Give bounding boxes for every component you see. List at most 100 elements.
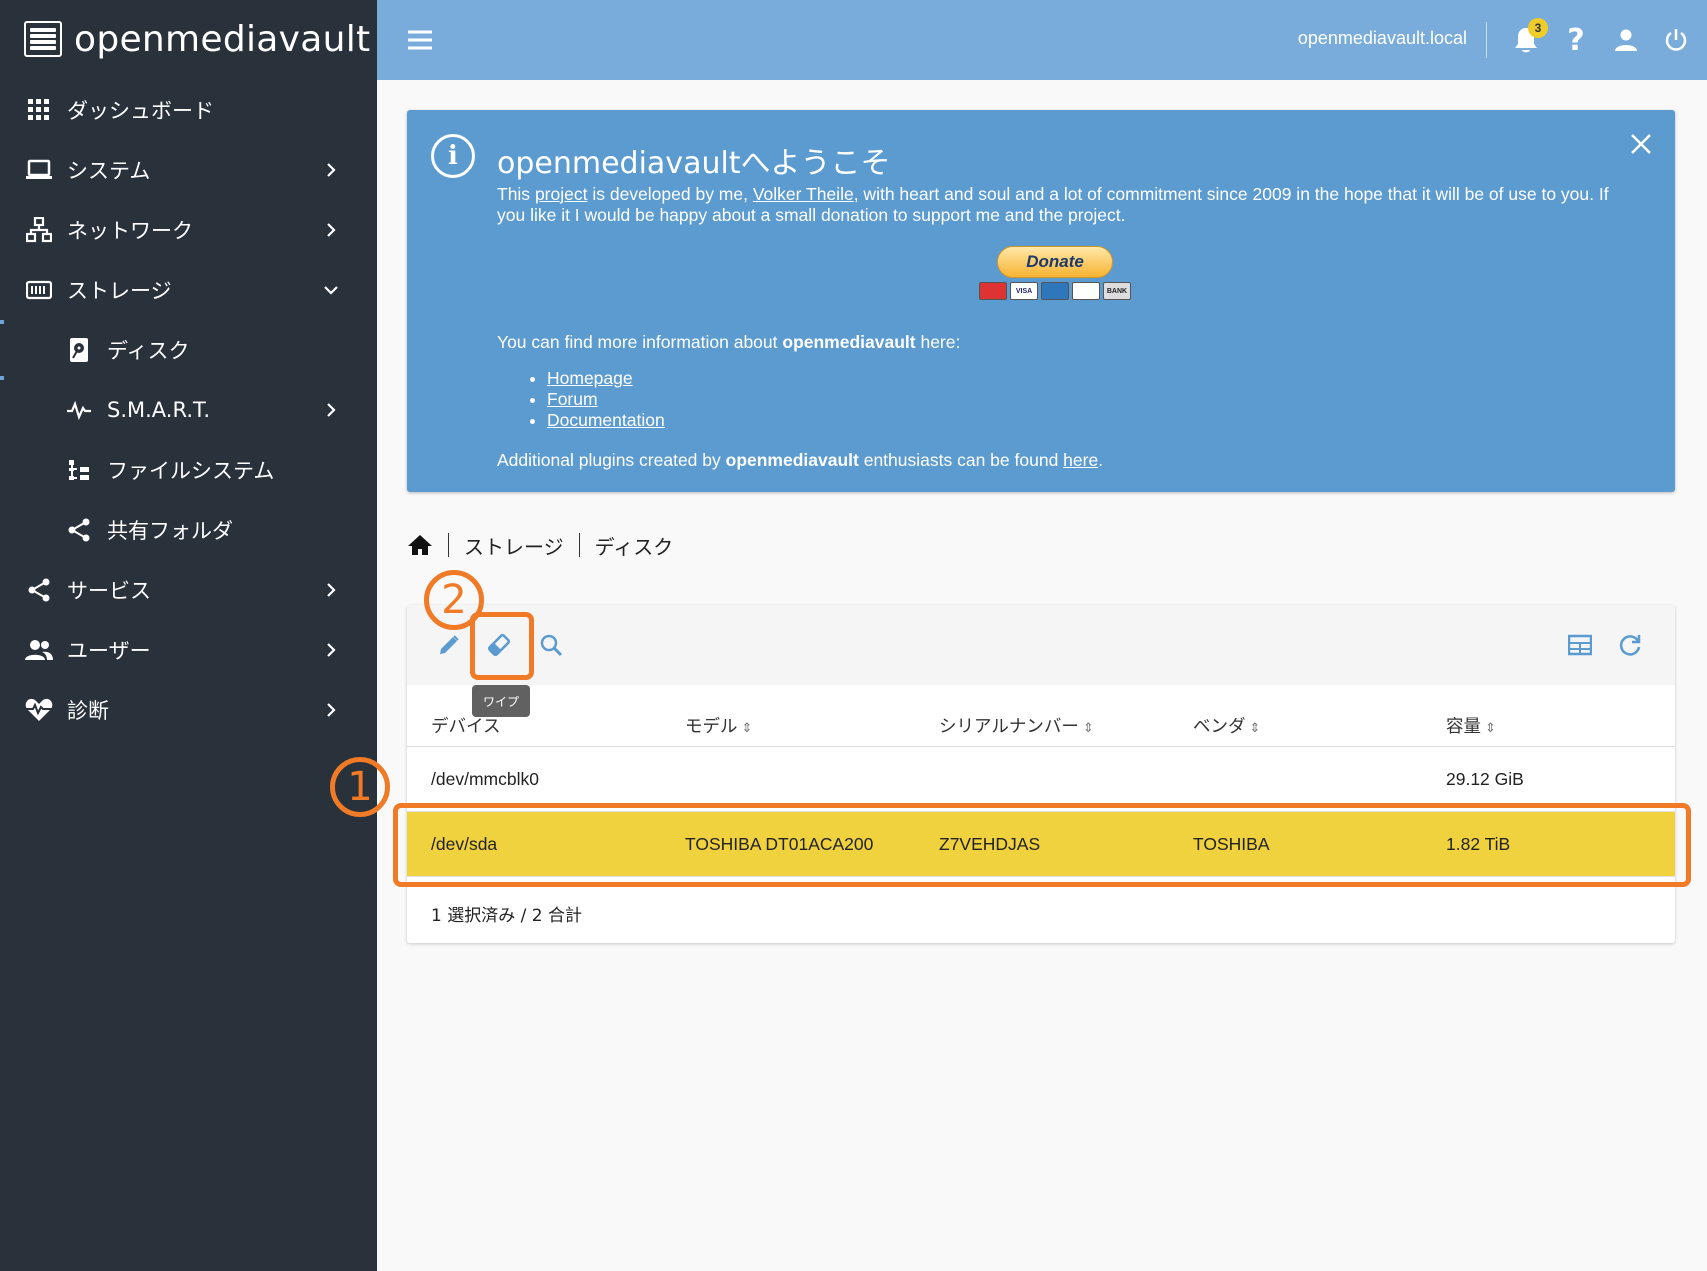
sidebar-item-label: ダッシュボード: [67, 99, 214, 123]
cell-vendor: TOSHIBA: [1193, 834, 1270, 854]
users-icon: [25, 636, 53, 664]
refresh-button[interactable]: [1614, 629, 1646, 661]
sidebar-item-system[interactable]: システム: [0, 144, 377, 196]
sidebar-item-services[interactable]: サービス: [0, 564, 377, 616]
sidebar-item-storage[interactable]: ストレージ: [0, 264, 377, 316]
breadcrumb-storage[interactable]: ストレージ: [464, 531, 564, 560]
edit-button[interactable]: [433, 629, 465, 661]
divider: [1486, 22, 1487, 58]
sidebar-item-users[interactable]: ユーザー: [0, 624, 377, 676]
text: here:: [915, 332, 961, 352]
payment-cards: VISA BANK: [975, 282, 1135, 300]
column-label: シリアルナンバー: [939, 717, 1079, 737]
homepage-link[interactable]: Homepage: [547, 368, 633, 388]
info-icon: i: [431, 134, 475, 178]
text: Additional plugins created by: [497, 450, 726, 470]
sidebar-item-network[interactable]: ネットワーク: [0, 204, 377, 256]
documentation-link[interactable]: Documentation: [547, 410, 665, 430]
table-row[interactable]: /dev/mmcblk0 29.12 GiB: [407, 747, 1675, 811]
chevron-right-icon: [327, 403, 336, 417]
column-header-vendor[interactable]: ベンダ ⇕: [1193, 713, 1260, 738]
annotation-step-2: 2: [424, 570, 484, 630]
sidebar-item-dashboard[interactable]: ダッシュボード: [0, 84, 377, 136]
text: You can find more information about: [497, 332, 783, 352]
sidebar-item-label: ストレージ: [67, 279, 172, 303]
sidebar-item-label: ディスク: [107, 339, 190, 363]
sidebar-item-shared-folders[interactable]: 共有フォルダ: [0, 504, 377, 556]
breadcrumb-disks: ディスク: [594, 534, 674, 559]
home-icon[interactable]: [407, 533, 433, 557]
chevron-down-icon: [324, 286, 338, 295]
table-columns-icon: [1568, 634, 1592, 656]
text: This: [497, 184, 535, 204]
text: .: [1098, 450, 1104, 470]
cell-device: /dev/mmcblk0: [431, 769, 539, 789]
eraser-icon: [487, 633, 511, 657]
storage-icon: [25, 276, 53, 304]
disks-table-card: ワイプ デバイス モデル ⇕ シリアルナンバー ⇕ ベンダ ⇕ 容量 ⇕ /dev/mm…: [407, 605, 1675, 943]
column-label: モデル: [685, 717, 738, 737]
sort-icon: ⇕: [1485, 721, 1496, 736]
donate-button[interactable]: Donate: [997, 246, 1113, 278]
sidebar-item-disks[interactable]: ディスク: [0, 324, 377, 376]
list-item: Documentation: [547, 410, 665, 431]
info-links: Homepage Forum Documentation: [547, 368, 665, 431]
cell-device: /dev/sda: [431, 834, 498, 854]
search-icon: [540, 634, 563, 657]
help-button[interactable]: ?: [1560, 22, 1592, 58]
chevron-right-icon: [327, 643, 336, 657]
more-info-text: You can find more information about open…: [497, 332, 960, 353]
sidebar-item-filesystems[interactable]: ファイルシステム: [0, 444, 377, 496]
columns-button[interactable]: [1564, 629, 1596, 661]
cell-model: TOSHIBA DT01ACA200: [685, 834, 874, 854]
search-button[interactable]: [535, 629, 567, 661]
sort-icon: ⇕: [1082, 721, 1094, 736]
breadcrumb-separator: [578, 533, 580, 557]
sidebar-item-label: 診断: [67, 699, 109, 723]
sidebar-item-label: 共有フォルダ: [107, 519, 233, 543]
chevron-right-icon: [327, 703, 336, 717]
sidebar-item-label: S.M.A.R.T.: [107, 398, 211, 422]
heart-pulse-icon: [25, 696, 53, 724]
sidebar-item-label: ネットワーク: [67, 219, 193, 243]
app-root: openmediavault ダッシュボード システム ネットワーク ストレージ…: [0, 0, 1707, 1271]
sidebar-item-diagnostics[interactable]: 診断: [0, 684, 377, 736]
notifications-button[interactable]: 3: [1510, 18, 1548, 56]
user-button[interactable]: [1610, 24, 1642, 56]
forum-link[interactable]: Forum: [547, 389, 598, 409]
chevron-right-icon: [327, 163, 336, 177]
power-button[interactable]: [1660, 24, 1692, 56]
power-icon: [1665, 29, 1687, 51]
sidebar-item-label: ファイルシステム: [107, 459, 275, 483]
chevron-right-icon: [327, 583, 336, 597]
hamburger-menu-icon[interactable]: [407, 28, 433, 52]
column-label: ベンダ: [1193, 717, 1246, 737]
disk-icon: [65, 336, 93, 364]
project-link[interactable]: project: [535, 184, 588, 204]
sidebar: openmediavault ダッシュボード システム ネットワーク ストレージ…: [0, 0, 377, 1271]
help-icon: ?: [1567, 22, 1585, 58]
author-link[interactable]: Volker Theile: [753, 184, 854, 204]
refresh-icon: [1619, 635, 1641, 656]
sidebar-item-smart[interactable]: S.M.A.R.T.: [0, 384, 377, 436]
wipe-tooltip: ワイプ: [472, 685, 530, 717]
table-row-selected[interactable]: /dev/sda TOSHIBA DT01ACA200 Z7VEHDJAS TO…: [407, 812, 1675, 876]
plugins-link[interactable]: here: [1063, 450, 1098, 470]
column-header-model[interactable]: モデル ⇕: [685, 713, 752, 738]
laptop-icon: [25, 156, 53, 184]
bank-icon: BANK: [1103, 282, 1131, 300]
pencil-icon: [440, 635, 459, 654]
wipe-button[interactable]: [483, 629, 515, 661]
plugins-text: Additional plugins created by openmediav…: [497, 450, 1103, 471]
network-icon: [25, 216, 53, 244]
close-icon[interactable]: [1629, 132, 1653, 156]
column-header-capacity[interactable]: 容量 ⇕: [1446, 713, 1496, 738]
text: enthusiasts can be found: [858, 450, 1064, 470]
cell-capacity: 29.12 GiB: [1446, 769, 1524, 789]
selection-summary: 1 選択済み / 2 合計: [431, 906, 582, 926]
column-header-serial[interactable]: シリアルナンバー ⇕: [939, 713, 1094, 738]
text: is developed by me,: [587, 184, 753, 204]
brand-logo[interactable]: openmediavault: [24, 16, 370, 62]
text-bold: openmediavault: [782, 332, 916, 352]
amex-icon: [1041, 282, 1069, 300]
